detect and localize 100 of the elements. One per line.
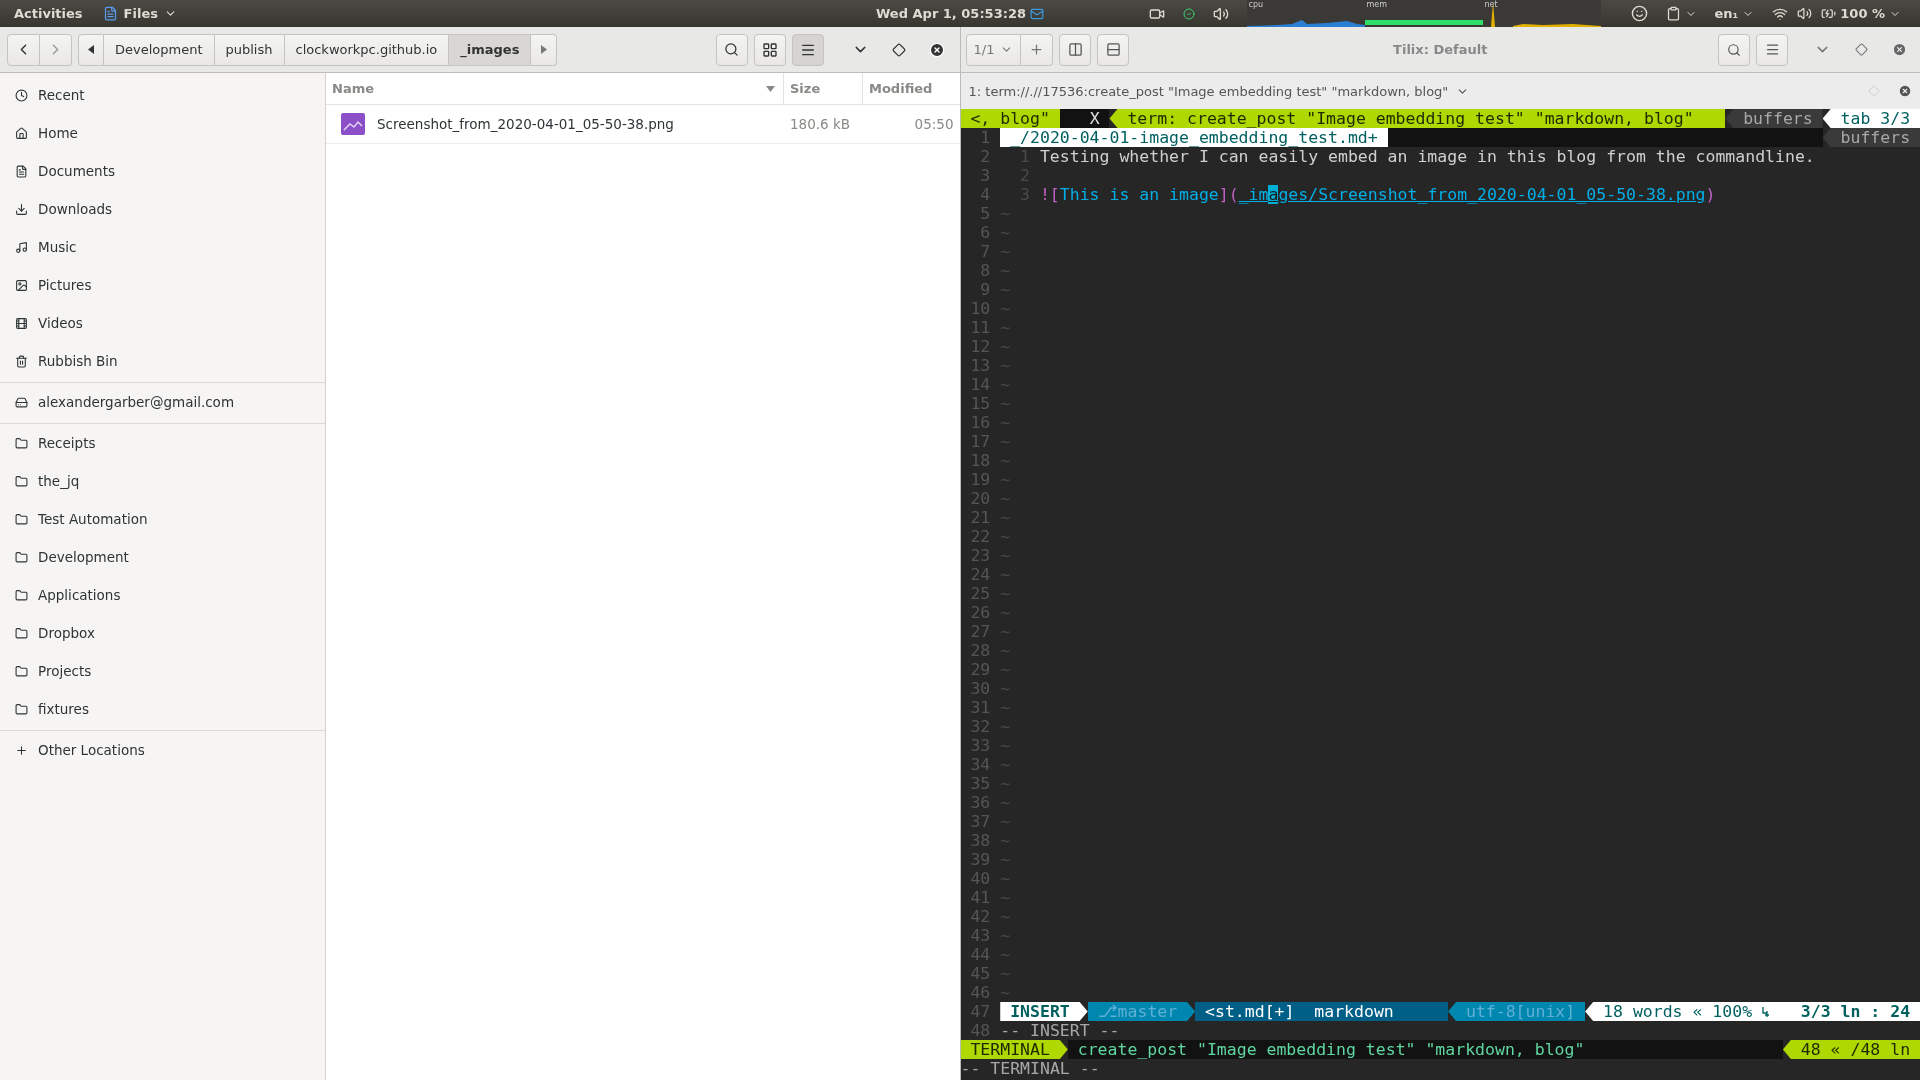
- graph-label: net: [1484, 0, 1498, 9]
- empty-line-marker: ~: [1000, 565, 1011, 584]
- session-switcher[interactable]: 1/1: [965, 33, 1022, 66]
- sidebar-item[interactable]: Applications: [0, 576, 325, 614]
- image-file-icon: [341, 113, 365, 135]
- sidebar-item[interactable]: alexandergarber@gmail.com: [0, 383, 325, 421]
- empty-line-marker: ~: [1000, 451, 1011, 470]
- menu-button[interactable]: [1756, 33, 1788, 66]
- close-icon: [1891, 42, 1907, 57]
- empty-line-marker: ~: [1000, 299, 1011, 318]
- activities-button[interactable]: Activities: [14, 6, 83, 21]
- split-right-button[interactable]: [1059, 33, 1092, 66]
- empty-line-marker: ~: [1000, 869, 1011, 888]
- search-icon: [724, 42, 739, 57]
- split-down-button[interactable]: [1097, 33, 1130, 66]
- split-down-icon: [1105, 42, 1121, 57]
- sidebar-item[interactable]: Videos: [0, 304, 325, 342]
- empty-line-marker: ~: [1000, 698, 1011, 717]
- battery-icon[interactable]: [1821, 6, 1837, 21]
- search-icon: [1727, 42, 1741, 57]
- check-icon[interactable]: [1182, 7, 1195, 20]
- status-segment: markdown: [1304, 1002, 1404, 1021]
- buffers-label: buffers: [1725, 109, 1823, 128]
- home-icon: [15, 126, 28, 140]
- envelope-icon: [1030, 6, 1044, 21]
- empty-line-marker: ~: [1000, 432, 1011, 451]
- sidebar-item[interactable]: the_jq: [0, 462, 325, 500]
- sidebar-item[interactable]: Pictures: [0, 266, 325, 304]
- empty-line-marker: ~: [1000, 736, 1011, 755]
- empty-line-marker: ~: [1000, 223, 1011, 242]
- file-size: 180.6 kB: [789, 116, 852, 132]
- download-icon: [15, 202, 28, 216]
- image-icon: [15, 278, 28, 292]
- grid-icon: [761, 41, 778, 58]
- empty-line-marker: ~: [1000, 907, 1011, 926]
- sidebar-item[interactable]: Documents: [0, 152, 325, 190]
- empty-line-marker: ~: [1000, 831, 1011, 850]
- grid-view-button[interactable]: [753, 33, 786, 66]
- window-title: Tilix: Default: [1393, 42, 1488, 57]
- sidebar-item[interactable]: Test Automation: [0, 500, 325, 538]
- sidebar-item[interactable]: Music: [0, 228, 325, 266]
- document-icon: [15, 164, 28, 178]
- empty-line-marker: ~: [1000, 603, 1011, 622]
- empty-line-marker: ~: [1000, 356, 1011, 375]
- app-menu[interactable]: Files: [102, 6, 177, 21]
- empty-line-marker: ~: [1000, 641, 1011, 660]
- sidebar-item[interactable]: Receipts: [0, 424, 325, 462]
- empty-line-marker: ~: [1000, 945, 1011, 964]
- editor-tab[interactable]: term: create_post "Image embedding test" "markdown, blog": [1109, 109, 1726, 128]
- empty-line-marker: ~: [1000, 793, 1011, 812]
- graph-label: mem: [1366, 0, 1388, 9]
- clock[interactable]: Wed Apr 1, 05:53:28: [876, 6, 1026, 21]
- list-view-button[interactable]: [791, 33, 824, 66]
- sidebar-item[interactable]: Dropbox: [0, 614, 325, 652]
- status-position: 48 « /48 ln: [1782, 1040, 1920, 1059]
- sidebar-item[interactable]: Projects: [0, 652, 325, 690]
- path-right-button[interactable]: [531, 33, 558, 66]
- clipboard-icon[interactable]: [1665, 6, 1681, 21]
- sidebar-item[interactable]: fixtures: [0, 690, 325, 728]
- path-segment[interactable]: Development: [104, 33, 215, 66]
- trash-icon: [15, 354, 28, 368]
- editor-tab[interactable]: <, blog": [960, 109, 1060, 128]
- status-segment: 3/3 ln : 24: [1780, 1002, 1920, 1021]
- empty-line-marker: ~: [1000, 527, 1011, 546]
- empty-line-marker: ~: [1000, 204, 1011, 223]
- file-name[interactable]: Screenshot_from_2020-04-01_05-50-38.png: [371, 116, 680, 132]
- folder-icon: [15, 588, 28, 602]
- empty-line-marker: ~: [1000, 926, 1011, 945]
- graph-label: cpu: [1248, 0, 1264, 9]
- volume-icon[interactable]: [1797, 6, 1813, 21]
- path-segment[interactable]: _images: [449, 33, 532, 66]
- sidebar-item[interactable]: Other Locations: [0, 731, 325, 769]
- status-segment: utf-8[unix]: [1448, 1002, 1586, 1021]
- file-modified: 05:50: [913, 116, 955, 132]
- close-icon[interactable]: [1898, 84, 1912, 98]
- code-line: Testing whether I can easily embed an image in this blog from the commandline.: [1039, 147, 1815, 166]
- file-tab[interactable]: _/2020-04-01-image_embedding_test.md+: [1000, 128, 1388, 147]
- search-button[interactable]: [715, 33, 748, 66]
- empty-line-marker: ~: [1000, 413, 1011, 432]
- film-icon: [15, 316, 28, 330]
- sidebar-item[interactable]: Rubbish Bin: [0, 342, 325, 380]
- sidebar-item[interactable]: Downloads: [0, 190, 325, 228]
- close-icon: [928, 41, 945, 58]
- sidebar-item[interactable]: Development: [0, 538, 325, 576]
- tab-close-button[interactable]: X: [1059, 109, 1110, 128]
- path-segment[interactable]: publish: [214, 33, 285, 66]
- keyboard-layout[interactable]: en₁: [1714, 6, 1739, 21]
- path-segment[interactable]: clockworkpc.github.io: [284, 33, 450, 66]
- triangle-right-icon: [540, 45, 547, 54]
- drive-icon: [15, 395, 28, 409]
- folder-icon: [15, 550, 28, 564]
- status-segment: <st.md[+]: [1195, 1002, 1305, 1021]
- folder-icon: [15, 702, 28, 716]
- search-button[interactable]: [1718, 33, 1750, 66]
- path-left-button[interactable]: [78, 33, 104, 66]
- sidebar-item[interactable]: Recent: [0, 76, 325, 114]
- sidebar-item[interactable]: Home: [0, 114, 325, 152]
- split-right-icon: [1067, 42, 1083, 57]
- empty-line-marker: ~: [1000, 318, 1011, 337]
- speaker-icon[interactable]: [1212, 5, 1229, 22]
